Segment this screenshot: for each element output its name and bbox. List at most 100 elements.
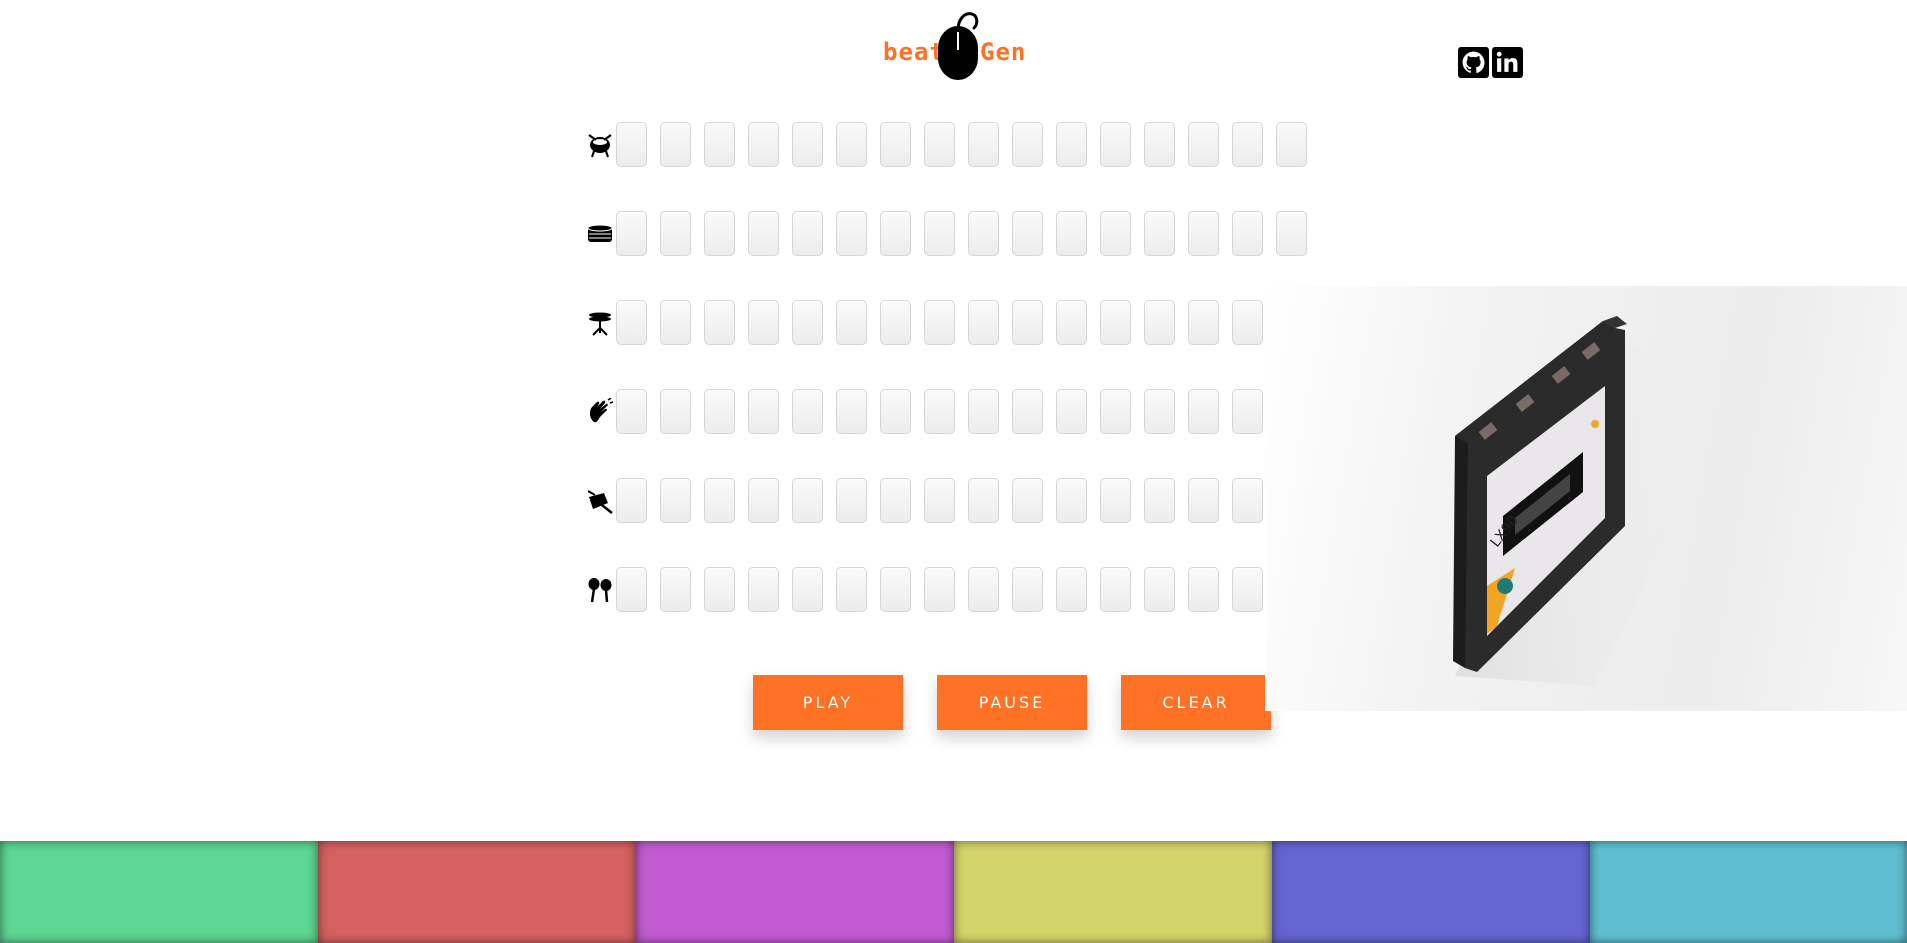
step-pad[interactable] [704,567,735,612]
step-pad[interactable] [968,389,999,434]
step-pad[interactable] [880,122,911,167]
step-pad[interactable] [924,211,955,256]
step-pad[interactable] [792,567,823,612]
step-pad[interactable] [1232,122,1263,167]
step-pad[interactable] [1188,478,1219,523]
step-pad[interactable] [1012,122,1043,167]
step-pad[interactable] [968,122,999,167]
linkedin-icon[interactable] [1492,47,1523,78]
step-pad[interactable] [924,300,955,345]
step-pad[interactable] [880,567,911,612]
step-pad[interactable] [924,389,955,434]
step-pad[interactable] [1012,211,1043,256]
step-pad[interactable] [836,567,867,612]
step-pad[interactable] [1232,389,1263,434]
step-pad[interactable] [880,478,911,523]
step-pad[interactable] [1100,478,1131,523]
step-pad[interactable] [748,122,779,167]
step-pad[interactable] [1056,389,1087,434]
step-pad[interactable] [660,300,691,345]
step-pad[interactable] [616,567,647,612]
clear-button[interactable]: CLEAR [1121,675,1271,730]
step-pad[interactable] [968,478,999,523]
step-pad[interactable] [880,389,911,434]
step-pad[interactable] [1100,300,1131,345]
color-bar[interactable] [1590,841,1907,943]
play-button[interactable]: PLAY [753,675,903,730]
step-pad[interactable] [880,300,911,345]
step-pad[interactable] [660,478,691,523]
step-pad[interactable] [1100,567,1131,612]
step-pad[interactable] [1012,478,1043,523]
step-pad[interactable] [1188,211,1219,256]
color-bar[interactable] [318,841,636,943]
step-pad[interactable] [704,122,735,167]
step-pad[interactable] [616,389,647,434]
step-pad[interactable] [748,389,779,434]
step-pad[interactable] [792,389,823,434]
step-pad[interactable] [1144,389,1175,434]
pause-button[interactable]: PAUSE [937,675,1087,730]
step-pad[interactable] [968,567,999,612]
step-pad[interactable] [1144,567,1175,612]
step-pad[interactable] [924,122,955,167]
step-pad[interactable] [660,567,691,612]
step-pad[interactable] [1144,300,1175,345]
step-pad[interactable] [704,211,735,256]
step-pad[interactable] [704,389,735,434]
step-pad[interactable] [1276,122,1307,167]
step-pad[interactable] [748,567,779,612]
step-pad[interactable] [1232,300,1263,345]
step-pad[interactable] [704,478,735,523]
step-pad[interactable] [660,389,691,434]
step-pad[interactable] [616,211,647,256]
step-pad[interactable] [1188,389,1219,434]
step-pad[interactable] [836,300,867,345]
step-pad[interactable] [1056,122,1087,167]
step-pad[interactable] [1100,389,1131,434]
step-pad[interactable] [1012,389,1043,434]
step-pad[interactable] [1056,211,1087,256]
color-bar[interactable] [1272,841,1590,943]
color-bar[interactable] [636,841,954,943]
step-pad[interactable] [880,211,911,256]
step-pad[interactable] [748,211,779,256]
step-pad[interactable] [616,122,647,167]
step-pad[interactable] [748,300,779,345]
step-pad[interactable] [968,211,999,256]
step-pad[interactable] [1100,122,1131,167]
step-pad[interactable] [836,478,867,523]
step-pad[interactable] [616,478,647,523]
step-pad[interactable] [836,389,867,434]
step-pad[interactable] [660,122,691,167]
step-pad[interactable] [924,478,955,523]
step-pad[interactable] [792,300,823,345]
color-bar[interactable] [0,841,318,943]
step-pad[interactable] [1056,478,1087,523]
step-pad[interactable] [968,300,999,345]
step-pad[interactable] [1188,567,1219,612]
step-pad[interactable] [704,300,735,345]
step-pad[interactable] [1232,567,1263,612]
step-pad[interactable] [1100,211,1131,256]
step-pad[interactable] [792,211,823,256]
step-pad[interactable] [616,300,647,345]
step-pad[interactable] [1276,211,1307,256]
step-pad[interactable] [1144,122,1175,167]
step-pad[interactable] [836,211,867,256]
step-pad[interactable] [1056,300,1087,345]
step-pad[interactable] [1188,300,1219,345]
step-pad[interactable] [836,122,867,167]
step-pad[interactable] [924,567,955,612]
step-pad[interactable] [1012,300,1043,345]
github-icon[interactable] [1458,47,1489,78]
step-pad[interactable] [1232,211,1263,256]
step-pad[interactable] [748,478,779,523]
color-bar[interactable] [954,841,1272,943]
step-pad[interactable] [1012,567,1043,612]
step-pad[interactable] [1144,211,1175,256]
step-pad[interactable] [1188,122,1219,167]
step-pad[interactable] [792,122,823,167]
step-pad[interactable] [792,478,823,523]
step-pad[interactable] [1232,478,1263,523]
